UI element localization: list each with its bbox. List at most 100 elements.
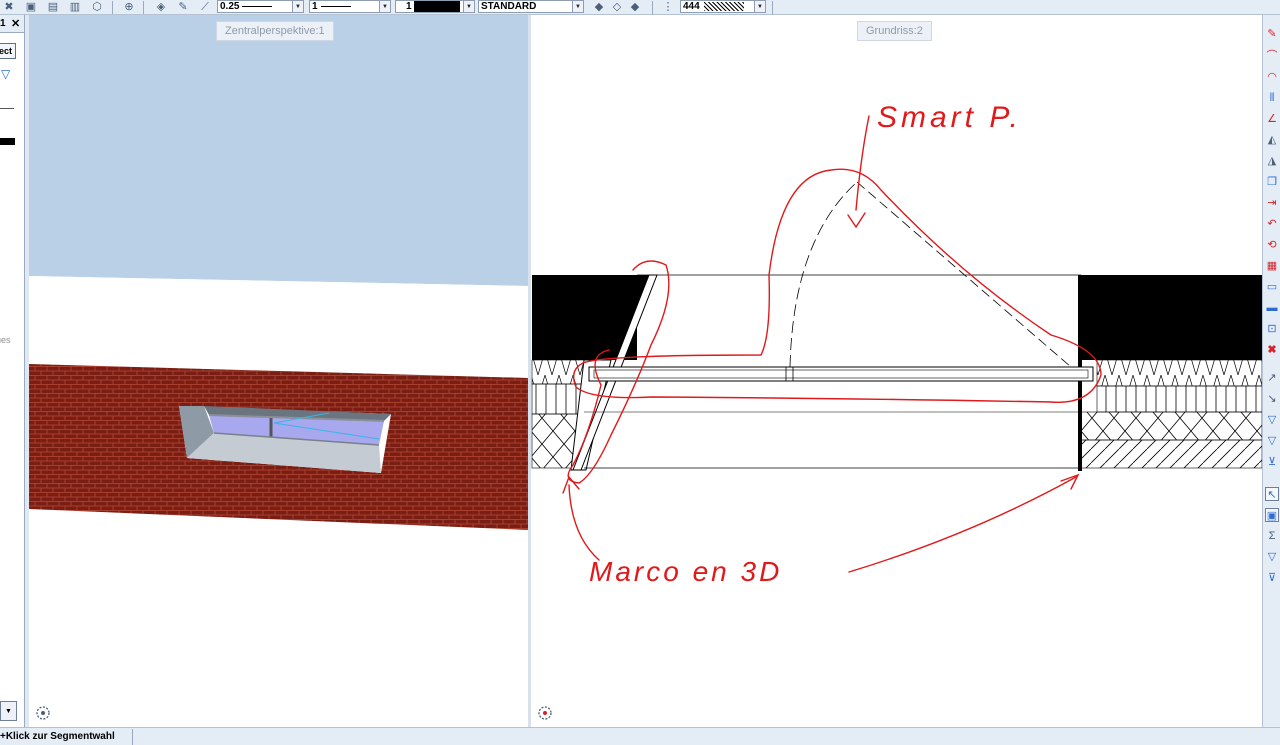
annotation-smart-label: Smart P.	[877, 101, 1022, 134]
toolbar-separator	[772, 1, 773, 14]
chevron-down-icon[interactable]: ▼	[754, 1, 765, 12]
palette-number: 1	[0, 18, 6, 29]
mirror-copy-icon[interactable]: ◮	[1265, 154, 1279, 168]
hatch-icon[interactable]: ⋮	[660, 0, 676, 14]
annotation-marco-label: Marco en 3D	[589, 556, 782, 587]
window-sash	[588, 366, 1094, 382]
left-palette: 1 ✕ ect ▽ ues ▼	[0, 15, 25, 727]
layer-grey-icon[interactable]: ◆	[627, 0, 643, 14]
hatch-combo[interactable]: 444 ▼	[680, 0, 766, 13]
select-icon[interactable]: ↖	[1265, 487, 1279, 501]
top-toolbar: ✖ ▣ ▤ ▥ ⬡ ⊕ ◈ ✎ ⟋ 0.25 ▼ 1 ▼ 1 ▼ STANDAR…	[0, 0, 1280, 15]
arrow-marco-right-shaft	[848, 476, 1077, 573]
line-type-combo[interactable]: 1 ▼	[309, 0, 391, 13]
line-type-value: 1	[312, 1, 318, 12]
stretch-icon[interactable]: ▭	[1265, 280, 1279, 294]
move-icon[interactable]: ⇥	[1265, 196, 1279, 210]
layer-combo[interactable]: STANDARD ▼	[478, 0, 584, 13]
object-button[interactable]: ect	[0, 43, 16, 59]
palette-header: 1 ✕	[0, 15, 24, 33]
line-type-sample	[320, 6, 351, 7]
arrow-marco-left-shaft	[568, 484, 600, 561]
select-window-icon[interactable]: ▣	[1265, 508, 1279, 522]
color-combo[interactable]: 1 ▼	[395, 0, 475, 13]
line-preview	[0, 108, 14, 109]
viewport-title-floorplan: Grundriss:2	[857, 21, 932, 41]
toolbar-separator	[143, 1, 144, 14]
chevron-down-icon[interactable]: ▼	[463, 1, 474, 12]
wall-left-layer	[531, 383, 585, 415]
filter-funnel-minus-icon[interactable]: ⊽	[1265, 571, 1279, 585]
filter-icon[interactable]: ▽	[1, 67, 17, 81]
eyedropper-icon[interactable]: ⟋	[197, 0, 213, 14]
duplicate-icon[interactable]: ▥	[67, 0, 83, 14]
ground-area	[29, 276, 529, 378]
chevron-down-icon[interactable]: ▼	[379, 1, 390, 12]
chevron-down-icon[interactable]: ▼	[572, 1, 583, 12]
mirror-icon[interactable]: ◭	[1265, 133, 1279, 147]
color-preview	[0, 138, 15, 145]
perspective-canvas	[29, 15, 529, 530]
chevron-down-icon[interactable]: ▼	[292, 1, 303, 12]
pen-thickness-combo[interactable]: 0.25 ▼	[217, 0, 304, 13]
open-folder-icon[interactable]: ▤	[45, 0, 61, 14]
tools-icon[interactable]: ✖	[1, 0, 17, 14]
arrow-marco-left-head	[562, 475, 580, 494]
red-angle-icon[interactable]: ∠	[1265, 112, 1279, 126]
palette-scroll-button[interactable]: ▼	[0, 701, 17, 721]
filter-funnel-icon[interactable]: ▽	[1265, 550, 1279, 564]
layer-value: STANDARD	[481, 1, 537, 12]
modify-icon[interactable]: ↗	[1265, 371, 1279, 385]
wall-right-layer	[1096, 385, 1262, 413]
rotate-copy-icon[interactable]: ⟲	[1265, 238, 1279, 252]
red-arc-icon[interactable]: ◠	[1265, 70, 1279, 84]
color-swatch	[413, 1, 460, 12]
pick-icon[interactable]: ↘	[1265, 392, 1279, 406]
red-pen-icon[interactable]: ✎	[1265, 27, 1279, 41]
arrow-smart-shaft	[855, 115, 870, 211]
array-icon[interactable]: ▦	[1265, 259, 1279, 273]
allplan-window: ✖ ▣ ▤ ▥ ⬡ ⊕ ◈ ✎ ⟋ 0.25 ▼ 1 ▼ 1 ▼ STANDAR…	[0, 0, 1280, 745]
swing-arc	[789, 181, 858, 368]
layer-down-icon[interactable]: ◇	[609, 0, 625, 14]
wall-right-solid	[1081, 275, 1262, 360]
filter-icon[interactable]: ▽	[1265, 413, 1279, 427]
rotate-icon[interactable]: ↶	[1265, 217, 1279, 231]
align-icon[interactable]: ▬	[1265, 301, 1279, 315]
hatch-sample	[703, 2, 744, 11]
object-3d-icon[interactable]: ⬡	[89, 0, 105, 14]
toolbar-separator	[112, 1, 113, 14]
wall-left-insulation	[531, 359, 585, 385]
floorplan-canvas: Smart P. Marco en 3D	[531, 101, 1262, 587]
layer-stack-icon[interactable]: ◆	[591, 0, 607, 14]
close-icon[interactable]: ✕	[11, 17, 20, 30]
sum-icon[interactable]: Σ	[1265, 529, 1279, 543]
navigation-icon[interactable]	[537, 705, 553, 721]
color-number: 1	[406, 1, 412, 12]
wall-right-plaster	[1080, 439, 1262, 469]
cube-view-icon[interactable]: ▣	[23, 0, 39, 14]
red-annotations	[562, 115, 1102, 573]
pencil-icon[interactable]: ✎	[175, 0, 191, 14]
zoom-icon[interactable]: ⊕	[121, 0, 137, 14]
filter-remove-icon[interactable]: ⊻	[1265, 455, 1279, 469]
perspective-viewport[interactable]: Zentralperspektive:1	[29, 15, 529, 727]
status-message: +Klick zur Segmentwahl	[0, 729, 133, 745]
red-curve-icon[interactable]: ⌒	[1265, 49, 1279, 63]
pen-line-sample	[242, 6, 273, 7]
filter-add-icon[interactable]: ▽	[1265, 434, 1279, 448]
copy-icon[interactable]: ❐	[1265, 175, 1279, 189]
values-label: ues	[0, 335, 11, 345]
status-bar: +Klick zur Segmentwahl	[0, 727, 1280, 745]
swing-line	[856, 181, 1072, 368]
viewport-title-perspective: Zentralperspektive:1	[216, 21, 334, 41]
toolbar-separator	[652, 1, 653, 14]
navigation-icon[interactable]	[35, 705, 51, 721]
hatch-number: 444	[683, 1, 700, 12]
sky-area	[29, 15, 529, 286]
delete-icon[interactable]: ✖	[1265, 343, 1279, 357]
floorplan-viewport[interactable]: Smart P. Marco en 3D Grundriss:2	[531, 15, 1262, 727]
scale-icon[interactable]: ⊡	[1265, 322, 1279, 336]
pen-icon[interactable]: ◈	[153, 0, 169, 14]
blue-dimension-icon[interactable]: ⫴	[1265, 91, 1279, 105]
